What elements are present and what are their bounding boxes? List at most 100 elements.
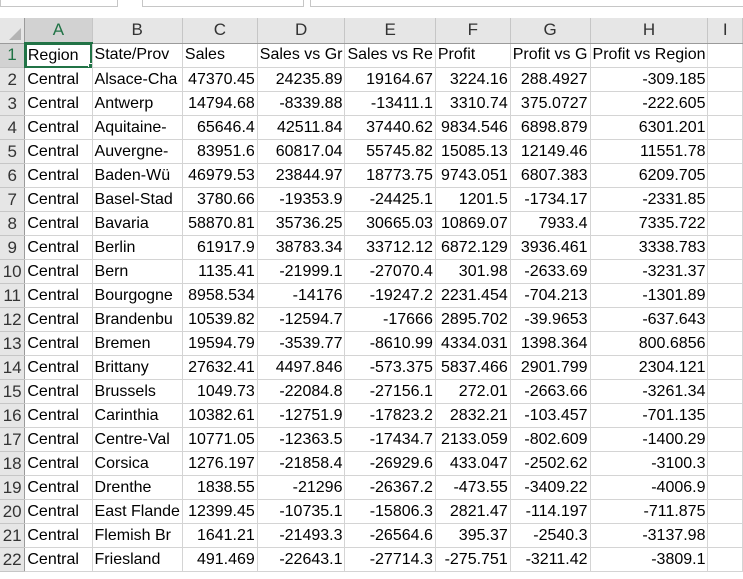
row-header-9[interactable]: 9 [0,235,26,260]
cell-f1[interactable]: Profit [435,43,511,68]
cell-b11[interactable]: Bourgogne [92,283,183,308]
cell-a2[interactable]: Central [24,67,93,92]
cell-f11[interactable]: 2231.454 [435,283,511,308]
row-header-12[interactable]: 12 [0,307,26,332]
cell-d21[interactable]: -21493.3 [257,523,346,548]
select-all-corner[interactable] [0,18,26,44]
cell-c3[interactable]: 14794.68 [182,91,258,116]
cell-b5[interactable]: Auvergne- [92,139,183,164]
cell-i10[interactable] [707,259,743,284]
row-header-16[interactable]: 16 [0,403,26,428]
cell-f17[interactable]: 2133.059 [435,427,511,452]
cell-d3[interactable]: -8339.88 [257,91,346,116]
cell-a5[interactable]: Central [24,139,93,164]
cell-b16[interactable]: Carinthia [92,403,183,428]
cell-e10[interactable]: -27070.4 [344,259,436,284]
row-header-3[interactable]: 3 [0,91,26,116]
cell-i7[interactable] [707,187,743,212]
cell-i18[interactable] [707,451,743,476]
cell-f7[interactable]: 1201.5 [435,187,511,212]
cell-e2[interactable]: 19164.67 [344,67,436,92]
cell-h17[interactable]: -1400.29 [590,427,709,452]
cell-f9[interactable]: 6872.129 [435,235,511,260]
cell-b9[interactable]: Berlin [92,235,183,260]
cell-b4[interactable]: Aquitaine- [92,115,183,140]
cell-f22[interactable]: -275.751 [435,547,511,572]
cell-d12[interactable]: -12594.7 [257,307,346,332]
cell-h13[interactable]: 800.6856 [590,331,709,356]
cell-h2[interactable]: -309.185 [590,67,709,92]
cell-g17[interactable]: -802.609 [510,427,591,452]
cell-i9[interactable] [707,235,743,260]
cell-i17[interactable] [707,427,743,452]
cell-b7[interactable]: Basel-Stad [92,187,183,212]
cell-i3[interactable] [707,91,743,116]
cell-a19[interactable]: Central [24,475,93,500]
cell-f16[interactable]: 2832.21 [435,403,511,428]
cell-f4[interactable]: 9834.546 [435,115,511,140]
cell-b2[interactable]: Alsace-Cha [92,67,183,92]
cell-d20[interactable]: -10735.1 [257,499,346,524]
cell-c12[interactable]: 10539.82 [182,307,258,332]
cell-a4[interactable]: Central [24,115,93,140]
cell-d11[interactable]: -14176 [257,283,346,308]
cell-i4[interactable] [707,115,743,140]
cell-g10[interactable]: -2633.69 [510,259,591,284]
cell-g22[interactable]: -3211.42 [510,547,591,572]
row-header-14[interactable]: 14 [0,355,26,380]
cell-b12[interactable]: Brandenbu [92,307,183,332]
cell-f18[interactable]: 433.047 [435,451,511,476]
cell-i14[interactable] [707,355,743,380]
cell-f10[interactable]: 301.98 [435,259,511,284]
cell-a17[interactable]: Central [24,427,93,452]
cell-c1[interactable]: Sales [182,43,258,68]
cell-d2[interactable]: 24235.89 [257,67,346,92]
row-header-15[interactable]: 15 [0,379,26,404]
cell-i21[interactable] [707,523,743,548]
cell-c7[interactable]: 3780.66 [182,187,258,212]
cell-e16[interactable]: -17823.2 [344,403,436,428]
cell-d7[interactable]: -19353.9 [257,187,346,212]
cell-e9[interactable]: 33712.12 [344,235,436,260]
cell-b17[interactable]: Centre-Val [92,427,183,452]
cell-g7[interactable]: -1734.17 [510,187,591,212]
cell-i1[interactable] [707,43,743,68]
cell-i6[interactable] [707,163,743,188]
cell-g3[interactable]: 375.0727 [510,91,591,116]
cell-b3[interactable]: Antwerp [92,91,183,116]
cell-c4[interactable]: 65646.4 [182,115,258,140]
cell-g21[interactable]: -2540.3 [510,523,591,548]
cell-h6[interactable]: 6209.705 [590,163,709,188]
cell-i13[interactable] [707,331,743,356]
cell-a6[interactable]: Central [24,163,93,188]
cell-d1[interactable]: Sales vs Gr [257,43,346,68]
cell-a16[interactable]: Central [24,403,93,428]
cell-g19[interactable]: -3409.22 [510,475,591,500]
cell-d18[interactable]: -21858.4 [257,451,346,476]
cell-d5[interactable]: 60817.04 [257,139,346,164]
cell-e6[interactable]: 18773.75 [344,163,436,188]
cell-h22[interactable]: -3809.1 [590,547,709,572]
cell-b13[interactable]: Bremen [92,331,183,356]
row-header-13[interactable]: 13 [0,331,26,356]
cell-f15[interactable]: 272.01 [435,379,511,404]
row-header-5[interactable]: 5 [0,139,26,164]
cell-e17[interactable]: -17434.7 [344,427,436,452]
cell-f5[interactable]: 15085.13 [435,139,511,164]
cell-i5[interactable] [707,139,743,164]
cell-e18[interactable]: -26929.6 [344,451,436,476]
cell-g1[interactable]: Profit vs G [510,43,591,68]
cell-i12[interactable] [707,307,743,332]
cell-i22[interactable] [707,547,743,572]
cell-b20[interactable]: East Flande [92,499,183,524]
cell-a8[interactable]: Central [24,211,93,236]
cell-a12[interactable]: Central [24,307,93,332]
row-header-22[interactable]: 22 [0,547,26,572]
cell-c22[interactable]: 491.469 [182,547,258,572]
column-header-h[interactable]: H [590,18,709,44]
cell-c10[interactable]: 1135.41 [182,259,258,284]
cell-a1[interactable]: Region [24,43,93,68]
cell-d9[interactable]: 38783.34 [257,235,346,260]
cell-b22[interactable]: Friesland [92,547,183,572]
cell-g18[interactable]: -2502.62 [510,451,591,476]
